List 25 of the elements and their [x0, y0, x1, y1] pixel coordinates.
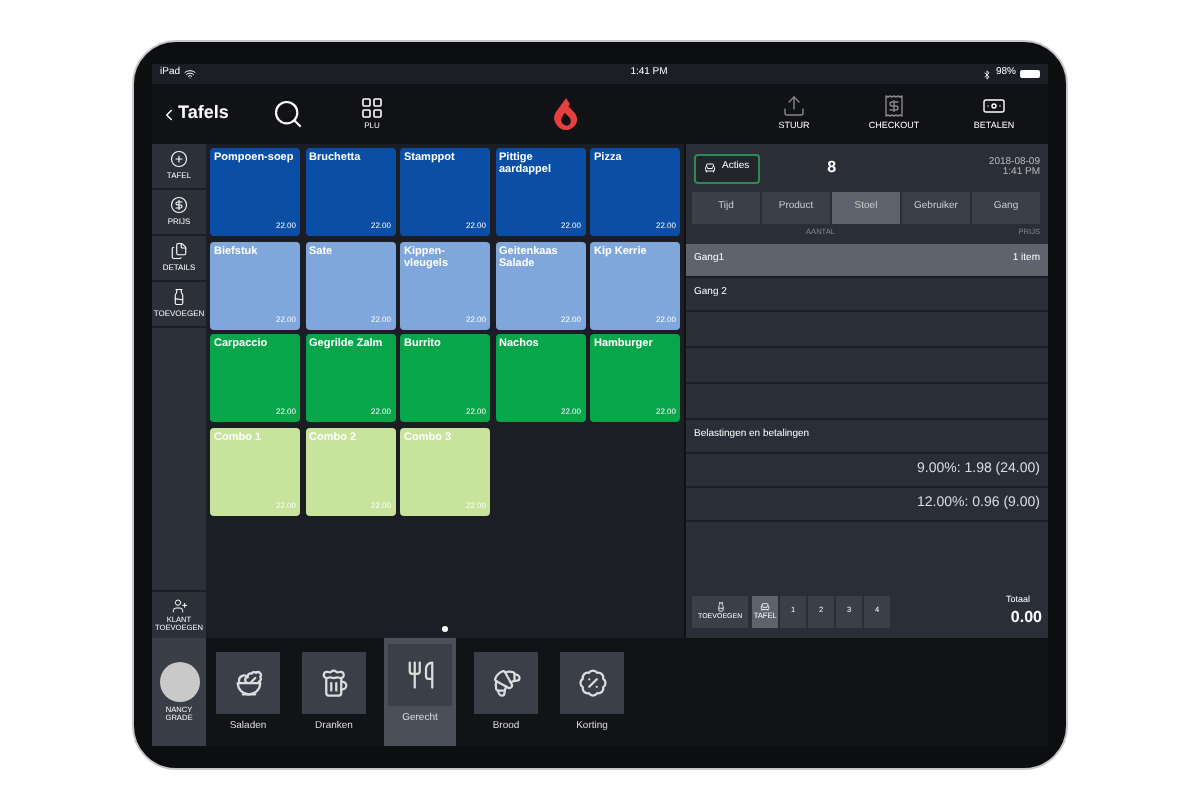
banknote-icon — [982, 94, 1006, 119]
chair-icon — [704, 162, 716, 174]
guest-count: 8 — [827, 156, 837, 180]
percent-badge-icon — [577, 668, 607, 698]
bluetooth-icon — [981, 69, 992, 79]
search-icon[interactable] — [272, 98, 304, 130]
chevron-left-icon — [160, 105, 178, 123]
battery-icon — [1020, 70, 1040, 78]
upload-icon — [782, 94, 806, 119]
salad-bowl-icon — [233, 668, 263, 698]
receipt-icon — [882, 94, 906, 119]
bottle-icon — [170, 288, 188, 306]
croissant-icon — [491, 668, 521, 698]
beer-mug-icon — [319, 668, 349, 698]
total-amount: 0.00 — [1010, 606, 1042, 631]
plus-circle-icon — [170, 150, 188, 168]
bottle-icon — [715, 601, 726, 612]
logo-icon — [552, 96, 580, 132]
back-button[interactable]: Tafels — [160, 100, 264, 128]
add-user-icon — [171, 597, 187, 614]
documents-icon — [170, 242, 188, 260]
coin-icon — [170, 196, 188, 214]
fork-knife-icon — [405, 660, 435, 690]
wifi-icon — [184, 68, 197, 80]
chair-icon — [760, 601, 771, 612]
